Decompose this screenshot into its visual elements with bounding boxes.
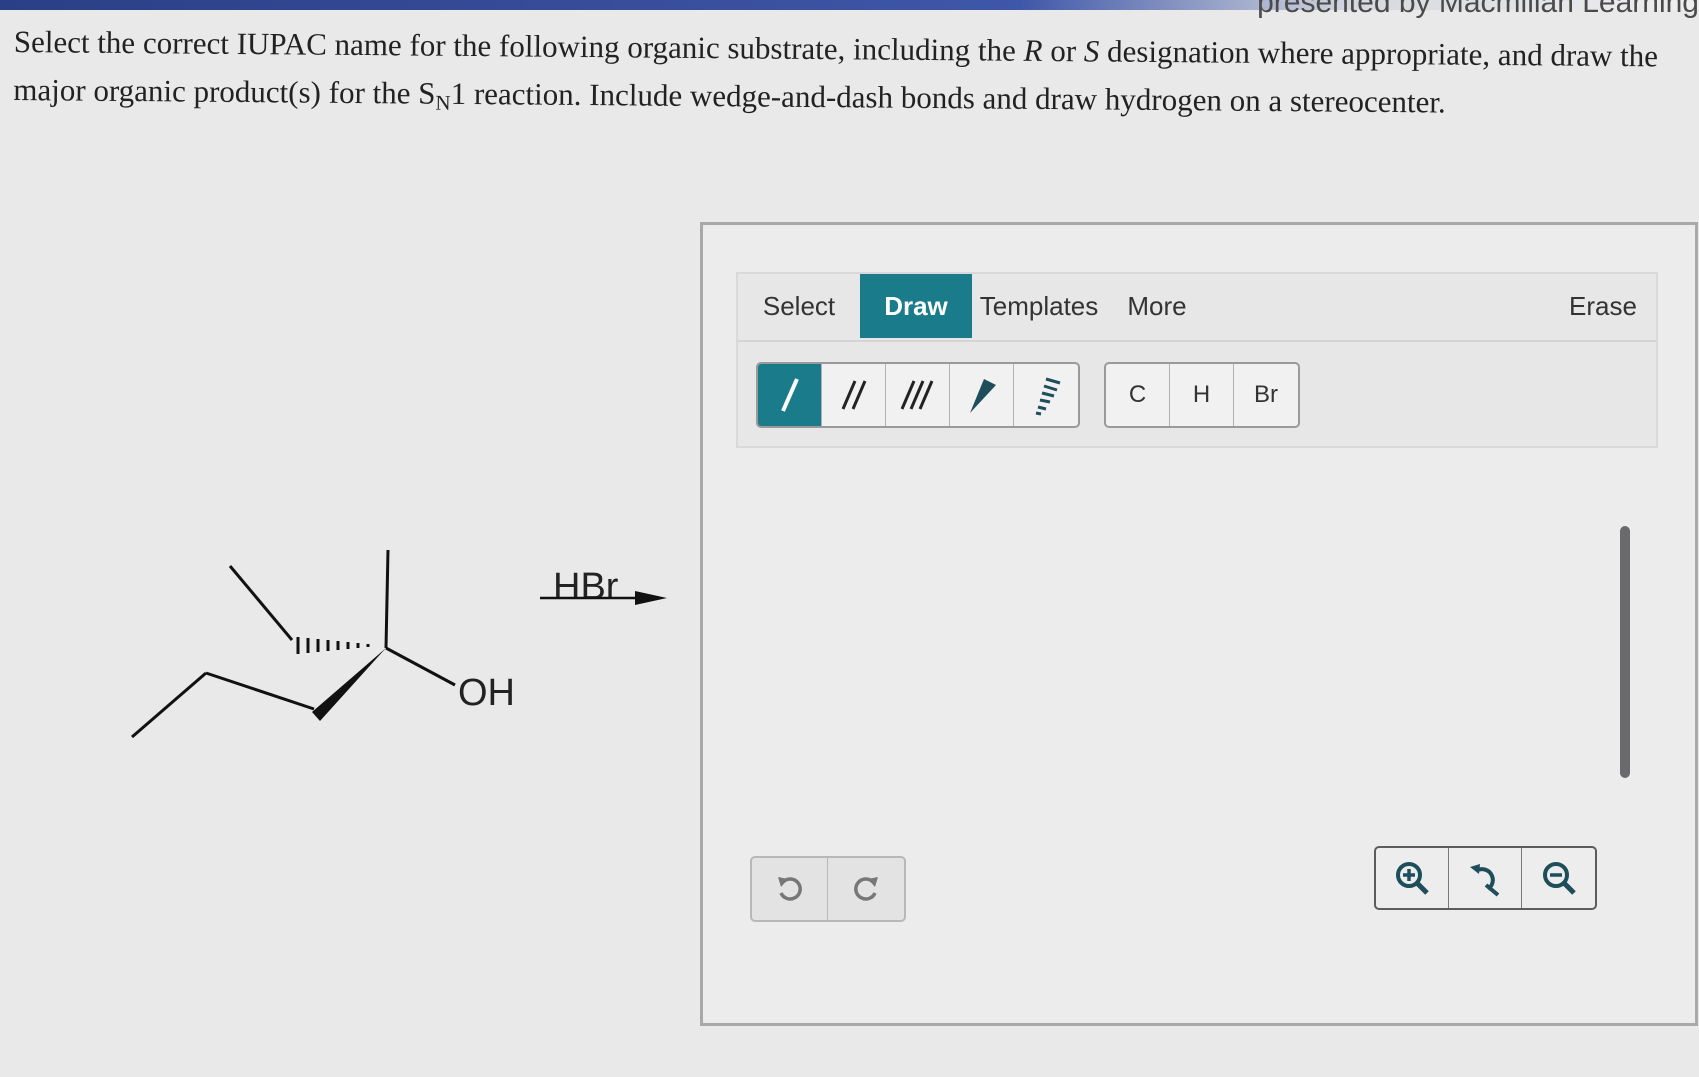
tab-draw[interactable]: Draw <box>860 274 972 338</box>
atom-hydrogen-button[interactable]: H <box>1170 364 1234 426</box>
reaction-arrow <box>540 591 667 605</box>
atom-tool-group: C H Br <box>1104 362 1300 428</box>
substrate-structure <box>131 549 456 739</box>
history-controls <box>750 856 906 922</box>
undo-button[interactable] <box>752 858 828 920</box>
dash-bond-icon[interactable] <box>1014 364 1078 426</box>
editor-toolbar: Select Draw Templates More Erase C H Br <box>736 272 1658 448</box>
canvas-scrollbar[interactable] <box>1620 526 1630 778</box>
single-bond-icon[interactable] <box>758 364 822 426</box>
brand-text: presented by Macmillan Learning <box>1257 0 1699 19</box>
zoom-in-button[interactable] <box>1376 848 1449 908</box>
tab-more[interactable]: More <box>1114 274 1200 338</box>
triple-bond-icon[interactable] <box>886 364 950 426</box>
oh-group-label: OH <box>458 672 515 714</box>
reset-zoom-button[interactable] <box>1449 848 1522 908</box>
double-bond-icon[interactable] <box>822 364 886 426</box>
atom-carbon-button[interactable]: C <box>1106 364 1170 426</box>
bond-tool-group <box>756 362 1080 428</box>
atom-bromine-button[interactable]: Br <box>1234 364 1298 426</box>
redo-button[interactable] <box>828 858 904 920</box>
zoom-out-button[interactable] <box>1522 848 1595 908</box>
zoom-controls <box>1374 846 1597 910</box>
zoom-out-icon <box>1542 862 1576 895</box>
tab-select[interactable]: Select <box>738 274 860 338</box>
reset-zoom-icon <box>1470 864 1500 897</box>
erase-button[interactable]: Erase <box>1558 274 1648 338</box>
tab-templates[interactable]: Templates <box>974 274 1104 338</box>
question-prompt: Select the correct IUPAC name for the fo… <box>13 23 1659 120</box>
wedge-bond-icon[interactable] <box>950 364 1014 426</box>
redo-icon <box>854 877 878 901</box>
zoom-in-icon <box>1396 862 1429 895</box>
editor-tabs: Select Draw Templates More Erase <box>738 274 1656 342</box>
undo-icon <box>777 877 802 901</box>
